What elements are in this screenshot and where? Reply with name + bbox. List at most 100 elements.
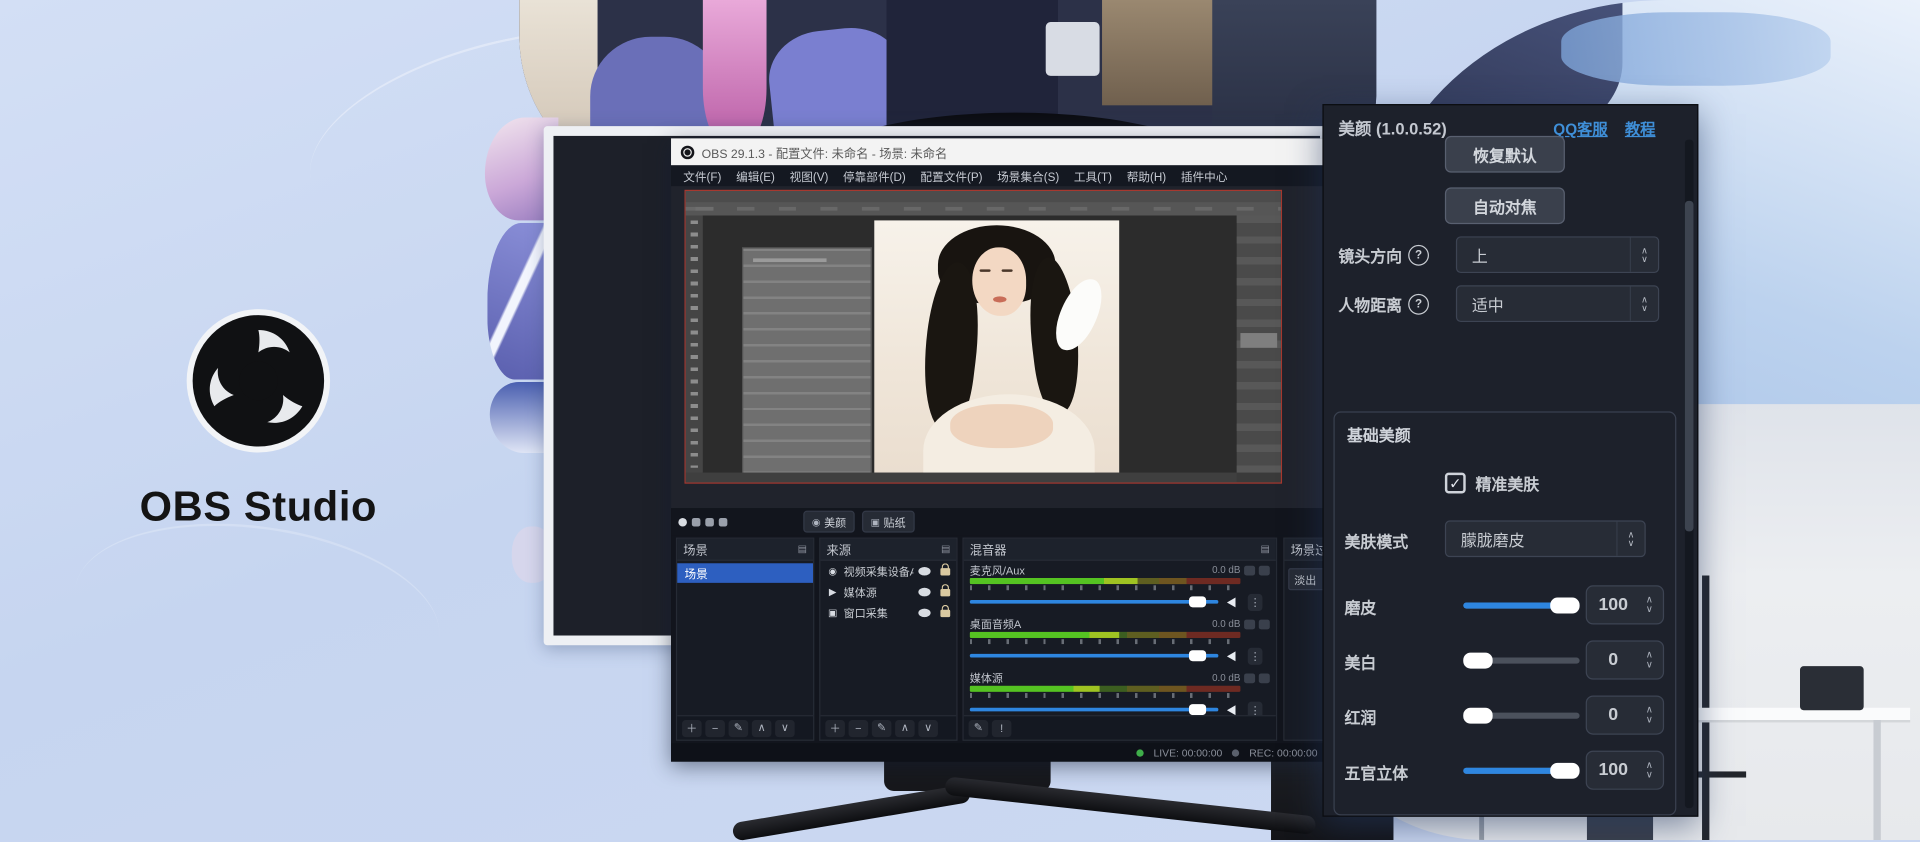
rosy-spinbox[interactable]: 0 ∧∨ [1586, 696, 1664, 735]
tab-beauty[interactable]: ◉ 美颜 [803, 511, 854, 533]
lock-icon[interactable] [940, 588, 950, 595]
spin-arrows-icon[interactable]: ∧∨ [1640, 650, 1663, 670]
photoshop-capture [686, 191, 1281, 482]
scrollbar-thumb[interactable] [1685, 201, 1694, 532]
obs-window-title: OBS 29.1.3 - 配置文件: 未命名 - 场景: 未命名 [702, 143, 948, 161]
tutorial-link[interactable]: 教程 [1625, 116, 1656, 139]
autofocus-button[interactable]: 自动对焦 [1445, 187, 1565, 224]
app-name: OBS Studio [118, 484, 400, 532]
lens-direction-select[interactable]: 上 ∧∨ [1456, 236, 1659, 273]
slider-handle[interactable] [1550, 598, 1579, 614]
popout-icon: ▤ [941, 544, 950, 555]
chevron-updown-icon[interactable]: ∧∨ [1616, 522, 1644, 556]
rosy-label: 红润 [1344, 705, 1376, 728]
chevron-updown-icon[interactable]: ∧∨ [1630, 238, 1658, 272]
speaker-icon[interactable] [1227, 705, 1236, 715]
source-item[interactable]: ▶ 媒体源 [820, 582, 956, 603]
source-item[interactable]: ▣ 窗口采集 [820, 602, 956, 623]
camera-source-icon: ◉ [827, 566, 839, 577]
meter-chip-icon [1244, 565, 1255, 575]
live-timer: LIVE: 00:00:00 [1153, 746, 1222, 758]
speaker-icon[interactable] [1227, 651, 1236, 661]
rosy-slider[interactable] [1463, 713, 1579, 719]
smoothing-spinbox[interactable]: 100 ∧∨ [1586, 585, 1664, 624]
check-icon: ✓ [1449, 474, 1461, 491]
face-3d-slider[interactable] [1463, 768, 1579, 774]
rec-status-icon [1232, 749, 1239, 756]
help-icon[interactable]: ? [1408, 293, 1429, 314]
lock-icon[interactable] [940, 609, 950, 616]
scene-up-button[interactable]: ∧ [752, 719, 772, 736]
lock-icon[interactable] [940, 568, 950, 575]
panel-scrollbar[interactable] [1685, 140, 1694, 809]
precise-skin-row[interactable]: ✓ 精准美肤 [1445, 471, 1539, 494]
remove-scene-button[interactable]: − [705, 719, 725, 736]
source-down-button[interactable]: ∨ [918, 719, 938, 736]
spin-arrows-icon[interactable]: ∧∨ [1640, 705, 1663, 725]
menu-profile[interactable]: 配置文件(P) [920, 167, 982, 184]
visibility-icon[interactable] [918, 567, 930, 576]
monitor-stand-leg [732, 784, 972, 842]
smoothing-slider[interactable] [1463, 602, 1579, 608]
mixer-filters-button[interactable]: ✎ [969, 719, 989, 736]
transition-select[interactable]: 淡出 [1288, 568, 1325, 590]
mixer-advanced-button[interactable]: ! [992, 719, 1012, 736]
slider-handle[interactable] [1463, 653, 1492, 669]
restore-default-button[interactable]: 恢复默认 [1445, 136, 1565, 173]
precise-skin-checkbox[interactable]: ✓ [1445, 473, 1466, 494]
sources-toolbar: ＋ − ✎ ∧ ∨ [820, 715, 956, 739]
face-3d-spinbox[interactable]: 100 ∧∨ [1586, 751, 1664, 790]
obs-menubar: 文件(F) 编辑(E) 视图(V) 停靠部件(D) 配置文件(P) 场景集合(S… [671, 165, 1330, 186]
meter-chip-icon [1244, 673, 1255, 683]
source-up-button[interactable]: ∧ [895, 719, 915, 736]
beauty-panel-title: 美颜 (1.0.0.52) [1338, 115, 1446, 139]
photoshop-right-panels [1237, 216, 1281, 473]
scene-item-selected[interactable]: 场景 [677, 563, 813, 583]
spin-arrows-icon[interactable]: ∧∨ [1640, 595, 1663, 615]
menu-plugin-center[interactable]: 插件中心 [1181, 167, 1228, 184]
remove-source-button[interactable]: − [849, 719, 869, 736]
menu-docks[interactable]: 停靠部件(D) [843, 167, 906, 184]
photoshop-dialog [742, 247, 872, 472]
menu-scene-collection[interactable]: 场景集合(S) [997, 167, 1059, 184]
scene-down-button[interactable]: ∨ [775, 719, 795, 736]
menu-edit[interactable]: 编辑(E) [736, 167, 775, 184]
tab-sticker[interactable]: ▣ 贴纸 [862, 511, 914, 533]
slider-handle[interactable] [1463, 708, 1492, 724]
chevron-updown-icon[interactable]: ∧∨ [1630, 287, 1658, 321]
help-icon[interactable]: ? [1408, 244, 1429, 265]
visibility-icon[interactable] [918, 588, 930, 597]
volume-slider[interactable] [970, 596, 1219, 607]
add-scene-button[interactable]: ＋ [682, 719, 702, 736]
source-properties-button[interactable]: ✎ [872, 719, 892, 736]
volume-slider[interactable] [970, 704, 1219, 715]
spin-arrows-icon[interactable]: ∧∨ [1640, 760, 1663, 780]
rec-timer: REC: 00:00:00 [1249, 746, 1317, 758]
source-item[interactable]: ◉ 视频采集设备A [820, 561, 956, 582]
monitor-stand-leg [944, 776, 1316, 834]
channel-more-button[interactable]: ⋮ [1248, 594, 1263, 611]
menu-view[interactable]: 视图(V) [790, 167, 829, 184]
volume-meter [970, 686, 1241, 692]
skin-mode-select[interactable]: 朦胧磨皮 ∧∨ [1445, 520, 1646, 557]
visibility-icon[interactable] [918, 609, 930, 618]
slider-handle[interactable] [1550, 763, 1579, 779]
menu-tools[interactable]: 工具(T) [1074, 167, 1112, 184]
add-source-button[interactable]: ＋ [825, 719, 845, 736]
volume-slider[interactable] [970, 650, 1219, 661]
live-status-icon [1136, 749, 1143, 756]
meter-chip-icon [1244, 619, 1255, 629]
scene-filters-button[interactable]: ✎ [729, 719, 749, 736]
photoshop-tabs [686, 191, 1281, 202]
whitening-slider[interactable] [1463, 658, 1579, 664]
photoshop-status-bar [686, 473, 1237, 483]
obs-branding: OBS Studio [118, 306, 400, 531]
speaker-icon[interactable] [1227, 598, 1236, 608]
basic-beauty-title: 基础美颜 [1347, 422, 1411, 445]
channel-more-button[interactable]: ⋮ [1248, 648, 1263, 665]
menu-file[interactable]: 文件(F) [683, 167, 721, 184]
menu-help[interactable]: 帮助(H) [1127, 167, 1166, 184]
person-distance-select[interactable]: 适中 ∧∨ [1456, 285, 1659, 322]
whitening-spinbox[interactable]: 0 ∧∨ [1586, 640, 1664, 679]
background-streak [63, 502, 451, 725]
